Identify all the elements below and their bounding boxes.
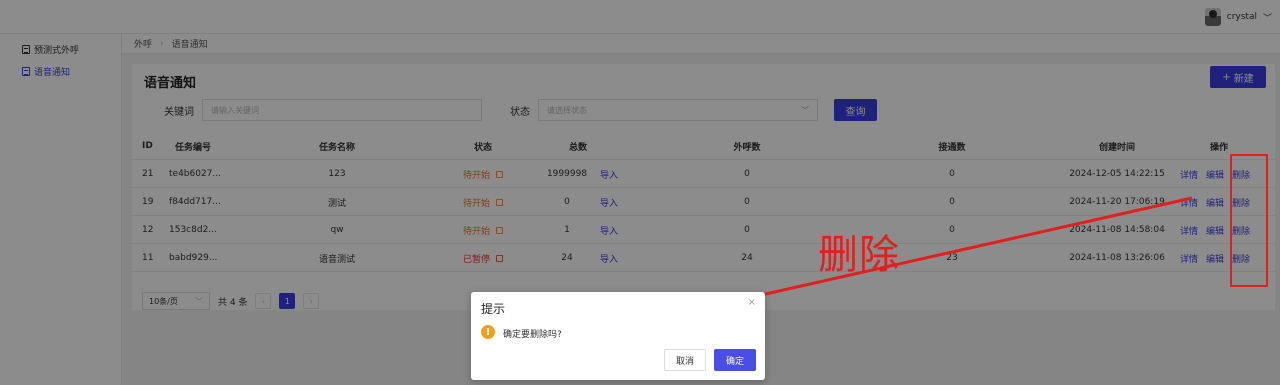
close-icon[interactable]: × — [748, 297, 756, 308]
cancel-button[interactable]: 取消 — [664, 349, 706, 371]
warning-icon: ! — [481, 325, 495, 339]
dialog-message: 确定要删除吗? — [503, 330, 562, 340]
dialog-title: 提示 — [481, 302, 506, 316]
annotation-label: 删除 — [818, 232, 900, 278]
confirm-dialog: 提示 × ! 确定要删除吗? 取消 确定 — [471, 292, 765, 380]
confirm-button[interactable]: 确定 — [714, 349, 756, 371]
